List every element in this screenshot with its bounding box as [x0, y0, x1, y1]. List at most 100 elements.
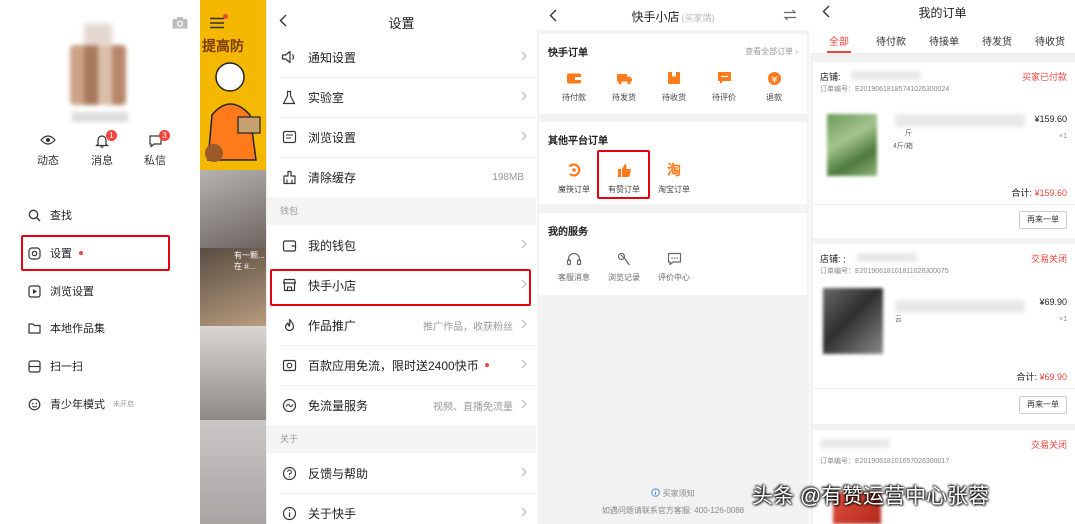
- private-message-badge: 3: [159, 130, 170, 141]
- order-card[interactable]: 店铺: ; 交易关闭 订单编号：E20190618101811026300075…: [813, 244, 1075, 424]
- feed-tile[interactable]: [200, 170, 266, 248]
- shop-title-text: 快手小店: [631, 10, 680, 24]
- reorder-button[interactable]: 再来一单: [1019, 211, 1067, 229]
- comment-icon: [717, 72, 731, 84]
- taobao-orders[interactable]: 淘 淘宝订单: [651, 160, 697, 195]
- order-status-to-ship[interactable]: 待发货: [601, 68, 647, 103]
- card-title: 我的服务: [548, 227, 588, 238]
- caption-line: 在 #...: [234, 262, 256, 271]
- teen-mode-icon: [28, 398, 41, 410]
- feed-tile[interactable]: 有一颗... 在 #...: [200, 248, 266, 326]
- new-dot: [484, 363, 489, 367]
- headset-icon: [566, 252, 582, 265]
- quick-item-messages[interactable]: 1 消息: [82, 130, 122, 168]
- settings-item-my-wallet[interactable]: 我的钱包: [267, 225, 536, 265]
- order-number: 订单编号：E20190618185741026300024: [820, 86, 950, 93]
- speaker-icon: [281, 50, 295, 64]
- username-blurred: [72, 112, 128, 122]
- settings-item-label: 通知设置: [308, 50, 357, 65]
- product-quantity: ×1: [1059, 316, 1067, 323]
- settings-item-data-free[interactable]: 免流量服务 视频、直播免流量: [267, 385, 536, 425]
- settings-item-label: 我的钱包: [308, 238, 357, 253]
- tab-pending-payment[interactable]: 待付款: [871, 33, 911, 48]
- eye-icon: [40, 135, 56, 145]
- service-browsing-history[interactable]: 浏览记录: [601, 249, 647, 283]
- tab-pending-accept[interactable]: 待接单: [924, 33, 964, 48]
- highlight-box-youzan: [597, 150, 650, 199]
- chevron-right-icon: [521, 507, 527, 517]
- menu-dot: [223, 14, 228, 19]
- service-label: 浏览记录: [608, 273, 640, 282]
- menu-icon[interactable]: [209, 17, 225, 29]
- teen-mode-status: 未开启: [113, 401, 134, 408]
- platform-label: 魔筷订单: [558, 185, 590, 194]
- product-name-blurred: [895, 114, 1025, 127]
- chevron-right-icon: [521, 319, 527, 329]
- box-icon: [668, 72, 680, 84]
- settings-item-label: 实验室: [308, 90, 345, 105]
- chevron-right-icon: [521, 359, 527, 369]
- chevron-right-icon: [521, 51, 527, 61]
- scan-icon: [28, 359, 41, 373]
- order-status-to-review[interactable]: 待评价: [701, 68, 747, 103]
- order-shop-name: 店铺: ;: [820, 254, 846, 264]
- drawer-item-label: 浏览设置: [50, 286, 94, 298]
- camera-icon[interactable]: [172, 17, 188, 29]
- card-title: 其他平台订单: [548, 136, 608, 147]
- order-card[interactable]: 店铺: 买家已付款 订单编号：E20190618185741026300024 …: [813, 62, 1075, 238]
- watermark-text: 头条 @有赞运营中心张蓉: [752, 485, 990, 508]
- view-all-orders-link[interactable]: 查看全部订单 ›: [745, 46, 798, 57]
- settings-item-clear-cache[interactable]: 清除缓存 198MB: [267, 157, 536, 197]
- order-status-label: 待发货: [612, 93, 636, 102]
- reorder-button[interactable]: 再来一单: [1019, 396, 1067, 414]
- drawer-item-search[interactable]: 查找: [28, 204, 72, 226]
- side-drawer: 动态 1 消息 3 私信 查找 设置 浏览设置 本地作品集 扫一扫 青少年模式 …: [0, 0, 200, 524]
- tab-pending-receive[interactable]: 待收货: [1030, 33, 1070, 48]
- settings-item-label: 反馈与帮助: [308, 466, 369, 481]
- feed-tile[interactable]: 提高防: [200, 0, 266, 170]
- drawer-item-local-works[interactable]: 本地作品集: [28, 317, 105, 339]
- tab-all[interactable]: 全部: [819, 33, 859, 48]
- mokuai-orders[interactable]: 魔筷订单: [551, 160, 597, 195]
- order-status-refund[interactable]: 退款: [751, 68, 797, 103]
- switch-icon[interactable]: [783, 9, 797, 21]
- service-label: 评价中心: [658, 273, 690, 282]
- quick-item-private-messages[interactable]: 3 私信: [135, 130, 175, 168]
- settings-item-promotion[interactable]: 作品推广 推广作品，收获粉丝: [267, 305, 536, 345]
- link-text: 查看全部订单: [745, 47, 794, 56]
- quick-item-feed[interactable]: 动态: [28, 134, 68, 168]
- settings-item-notifications[interactable]: 通知设置: [267, 37, 536, 77]
- settings-item-hint: 推广作品，收获粉丝: [423, 321, 513, 333]
- service-customer-messages[interactable]: 客服消息: [551, 249, 597, 283]
- settings-item-feedback[interactable]: 反馈与帮助: [267, 453, 536, 493]
- settings-item-free-apps[interactable]: 百款应用免流，限时送2400快币: [267, 345, 536, 385]
- question-icon: [282, 466, 296, 480]
- settings-item-about[interactable]: 关于快手: [267, 493, 536, 524]
- my-services-card: 我的服务 客服消息 浏览记录 评价中心: [539, 213, 807, 295]
- drawer-item-scan[interactable]: 扫一扫: [28, 355, 83, 377]
- wallet-orange-icon: [567, 73, 581, 83]
- settings-item-label: 浏览设置: [308, 130, 357, 145]
- data-free-icon: [282, 398, 296, 412]
- drawer-item-browse-settings[interactable]: 浏览设置: [28, 280, 94, 302]
- settings-item-label: 清除缓存: [308, 170, 357, 185]
- settings-item-browse[interactable]: 浏览设置: [267, 117, 536, 157]
- quick-item-label: 私信: [144, 155, 166, 167]
- order-status-to-receive[interactable]: 待收货: [651, 68, 697, 103]
- tab-pending-ship[interactable]: 待发货: [977, 33, 1017, 48]
- kuaishou-orders-card: 快手订单 查看全部订单 › 待付款 待发货 待收货 待评价 退款: [539, 34, 807, 114]
- avatar[interactable]: [70, 45, 126, 105]
- settings-item-lab[interactable]: 实验室: [267, 77, 536, 117]
- chevron-right-icon: [521, 131, 527, 141]
- avatar-blur-top: [84, 24, 112, 46]
- feed-tile[interactable]: [200, 420, 266, 524]
- card-title: 快手订单: [548, 48, 588, 59]
- product-thumbnail: [823, 288, 883, 354]
- order-status: 交易关闭: [1030, 254, 1067, 264]
- page-title: 设置: [388, 16, 415, 31]
- order-status-pending-payment[interactable]: 待付款: [551, 68, 597, 103]
- shop-name-blurred: [820, 439, 890, 448]
- drawer-item-teen-mode[interactable]: 青少年模式 未开启: [28, 393, 134, 415]
- feed-tile[interactable]: [200, 326, 266, 420]
- service-review-center[interactable]: 评价中心: [651, 249, 697, 283]
